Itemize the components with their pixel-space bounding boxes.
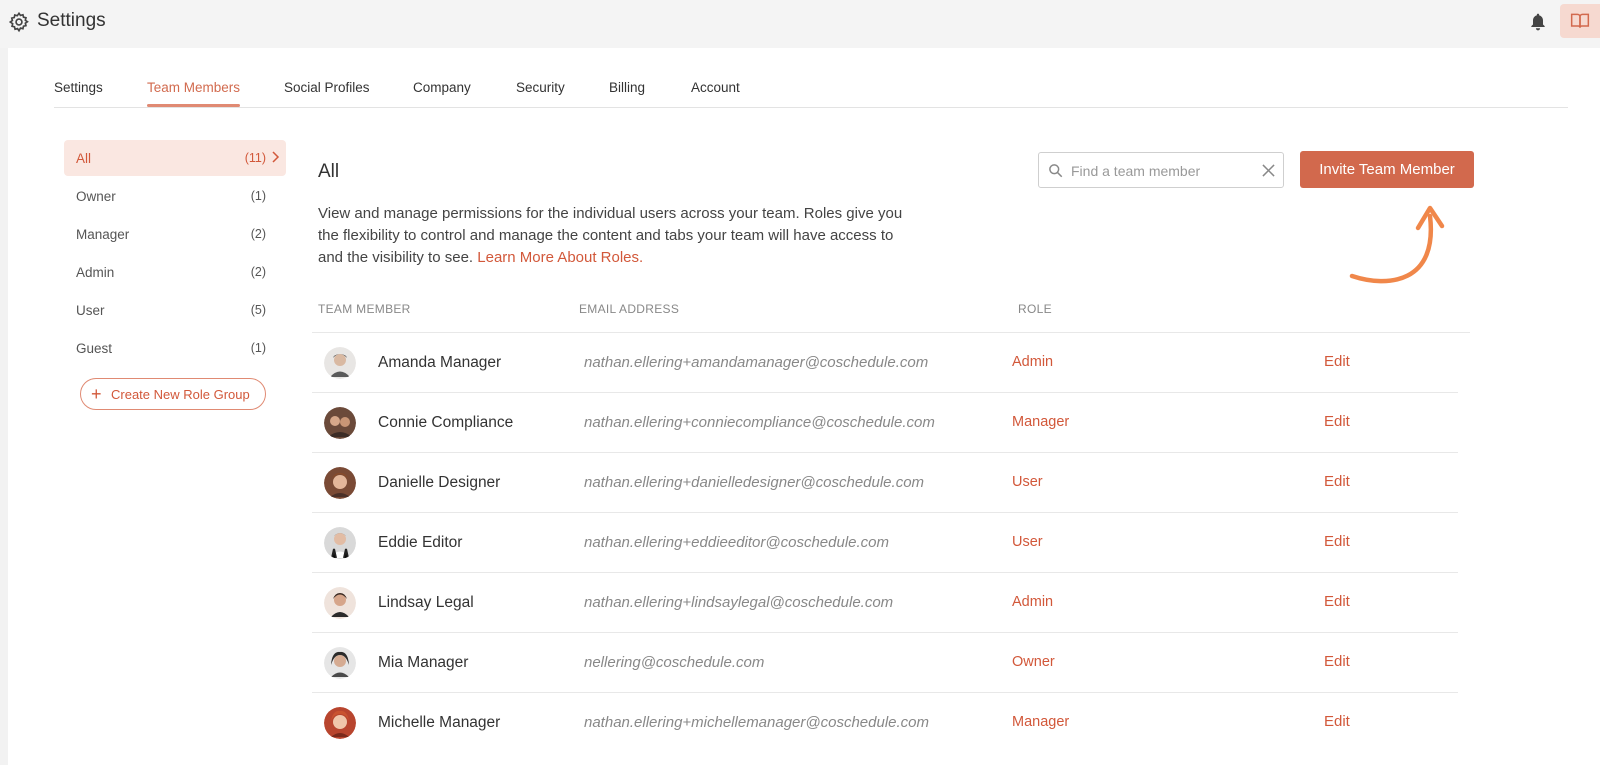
member-email: nathan.ellering+danielledesigner@cosched… [584,474,925,491]
tab-company[interactable]: Company [413,80,471,105]
avatar [324,707,356,739]
table-row: Amanda Manager nathan.ellering+amandaman… [312,332,1470,392]
member-role[interactable]: User [1012,474,1043,490]
member-email: nellering@coschedule.com [584,654,765,671]
edit-member-button[interactable]: Edit [1324,593,1350,610]
tab-security[interactable]: Security [516,80,565,105]
avatar [324,407,356,439]
table-row: Connie Compliance nathan.ellering+connie… [312,392,1458,452]
member-role[interactable]: Manager [1012,414,1069,430]
settings-tabs: Settings Team Members Social Profiles Co… [54,80,1568,108]
avatar [324,467,356,499]
book-icon [1570,13,1590,28]
sidebar-item-label: All [76,151,92,166]
avatar [324,527,356,559]
table-row: Lindsay Legal nathan.ellering+lindsayleg… [312,572,1458,632]
docs-button[interactable] [1560,4,1600,38]
sidebar-item-count: (2) [250,227,266,241]
member-email: nathan.ellering+amandamanager@coschedule… [584,354,929,371]
plus-icon: + [91,384,102,404]
member-name: Danielle Designer [378,474,501,491]
search-icon [1049,164,1063,178]
avatar [324,587,356,619]
table-row: Mia Manager nellering@coschedule.com Own… [312,632,1458,692]
search-input[interactable] [1071,159,1251,183]
close-icon[interactable] [1262,164,1275,177]
table-row: Michelle Manager nathan.ellering+michell… [312,692,1458,752]
section-title: All [318,161,340,182]
chevron-right-icon [272,151,280,163]
sidebar-item-count: (1) [250,189,266,203]
column-header-role: ROLE [1018,302,1052,316]
table-row: Danielle Designer nathan.ellering+daniel… [312,452,1458,512]
avatar [324,647,356,679]
member-email: nathan.ellering+conniecompliance@cosched… [584,414,935,431]
sidebar-item-count: (1) [250,341,266,355]
sidebar-item-label: User [76,303,105,318]
annotation-arrow-icon [1349,205,1445,284]
create-role-group-label: Create New Role Group [111,387,250,402]
member-role[interactable]: Admin [1012,594,1053,610]
sidebar-item-count: (11) [244,151,266,165]
sidebar-item-label: Manager [76,227,130,242]
sidebar-item-guest[interactable]: Guest (1) [64,330,286,366]
column-header-email: EMAIL ADDRESS [579,302,680,316]
sidebar-item-count: (5) [250,303,266,317]
member-role[interactable]: User [1012,534,1043,550]
member-name: Michelle Manager [378,714,501,731]
sidebar-item-admin[interactable]: Admin (2) [64,254,286,290]
tab-settings[interactable]: Settings [54,80,103,105]
member-role[interactable]: Admin [1012,354,1053,370]
bell-icon[interactable] [1528,12,1548,32]
member-email: nathan.ellering+michellemanager@coschedu… [584,714,930,731]
settings-card: Settings Team Members Social Profiles Co… [8,48,1600,765]
sidebar-item-manager[interactable]: Manager (2) [64,216,286,252]
member-search [1038,152,1284,188]
sidebar-item-user[interactable]: User (5) [64,292,286,328]
edit-member-button[interactable]: Edit [1324,533,1350,550]
edit-member-button[interactable]: Edit [1324,413,1350,430]
sidebar-item-all[interactable]: All (11) [64,140,286,176]
member-name: Lindsay Legal [378,594,474,611]
edit-member-button[interactable]: Edit [1324,713,1350,730]
member-name: Eddie Editor [378,534,463,551]
member-role[interactable]: Owner [1012,654,1055,670]
page-title: Settings [37,10,106,31]
learn-more-link[interactable]: Learn More About Roles. [477,249,643,266]
sidebar-item-owner[interactable]: Owner (1) [64,178,286,214]
tab-account[interactable]: Account [691,80,740,105]
member-role[interactable]: Manager [1012,714,1069,730]
edit-member-button[interactable]: Edit [1324,653,1350,670]
tab-team-members[interactable]: Team Members [147,80,241,107]
avatar [324,347,356,379]
gear-icon[interactable] [8,11,30,33]
create-role-group-button[interactable]: + Create New Role Group [80,378,266,410]
section-description: View and manage permissions for the indi… [318,203,908,269]
member-name: Amanda Manager [378,354,502,371]
tab-billing[interactable]: Billing [609,80,645,105]
sidebar-item-label: Guest [76,341,113,356]
tab-social-profiles[interactable]: Social Profiles [284,80,370,105]
sidebar-item-label: Owner [76,189,116,204]
top-bar: Settings [0,0,1600,48]
table-row: Eddie Editor nathan.ellering+eddieeditor… [312,512,1458,572]
sidebar-item-label: Admin [76,265,115,280]
member-email: nathan.ellering+eddieeditor@coschedule.c… [584,534,890,551]
member-email: nathan.ellering+lindsaylegal@coschedule.… [584,594,894,611]
edit-member-button[interactable]: Edit [1324,353,1350,370]
edit-member-button[interactable]: Edit [1324,473,1350,490]
member-name: Mia Manager [378,654,469,671]
column-header-member: TEAM MEMBER [318,302,411,316]
invite-team-member-button[interactable]: Invite Team Member [1300,151,1474,188]
member-name: Connie Compliance [378,414,514,431]
sidebar-item-count: (2) [250,265,266,279]
